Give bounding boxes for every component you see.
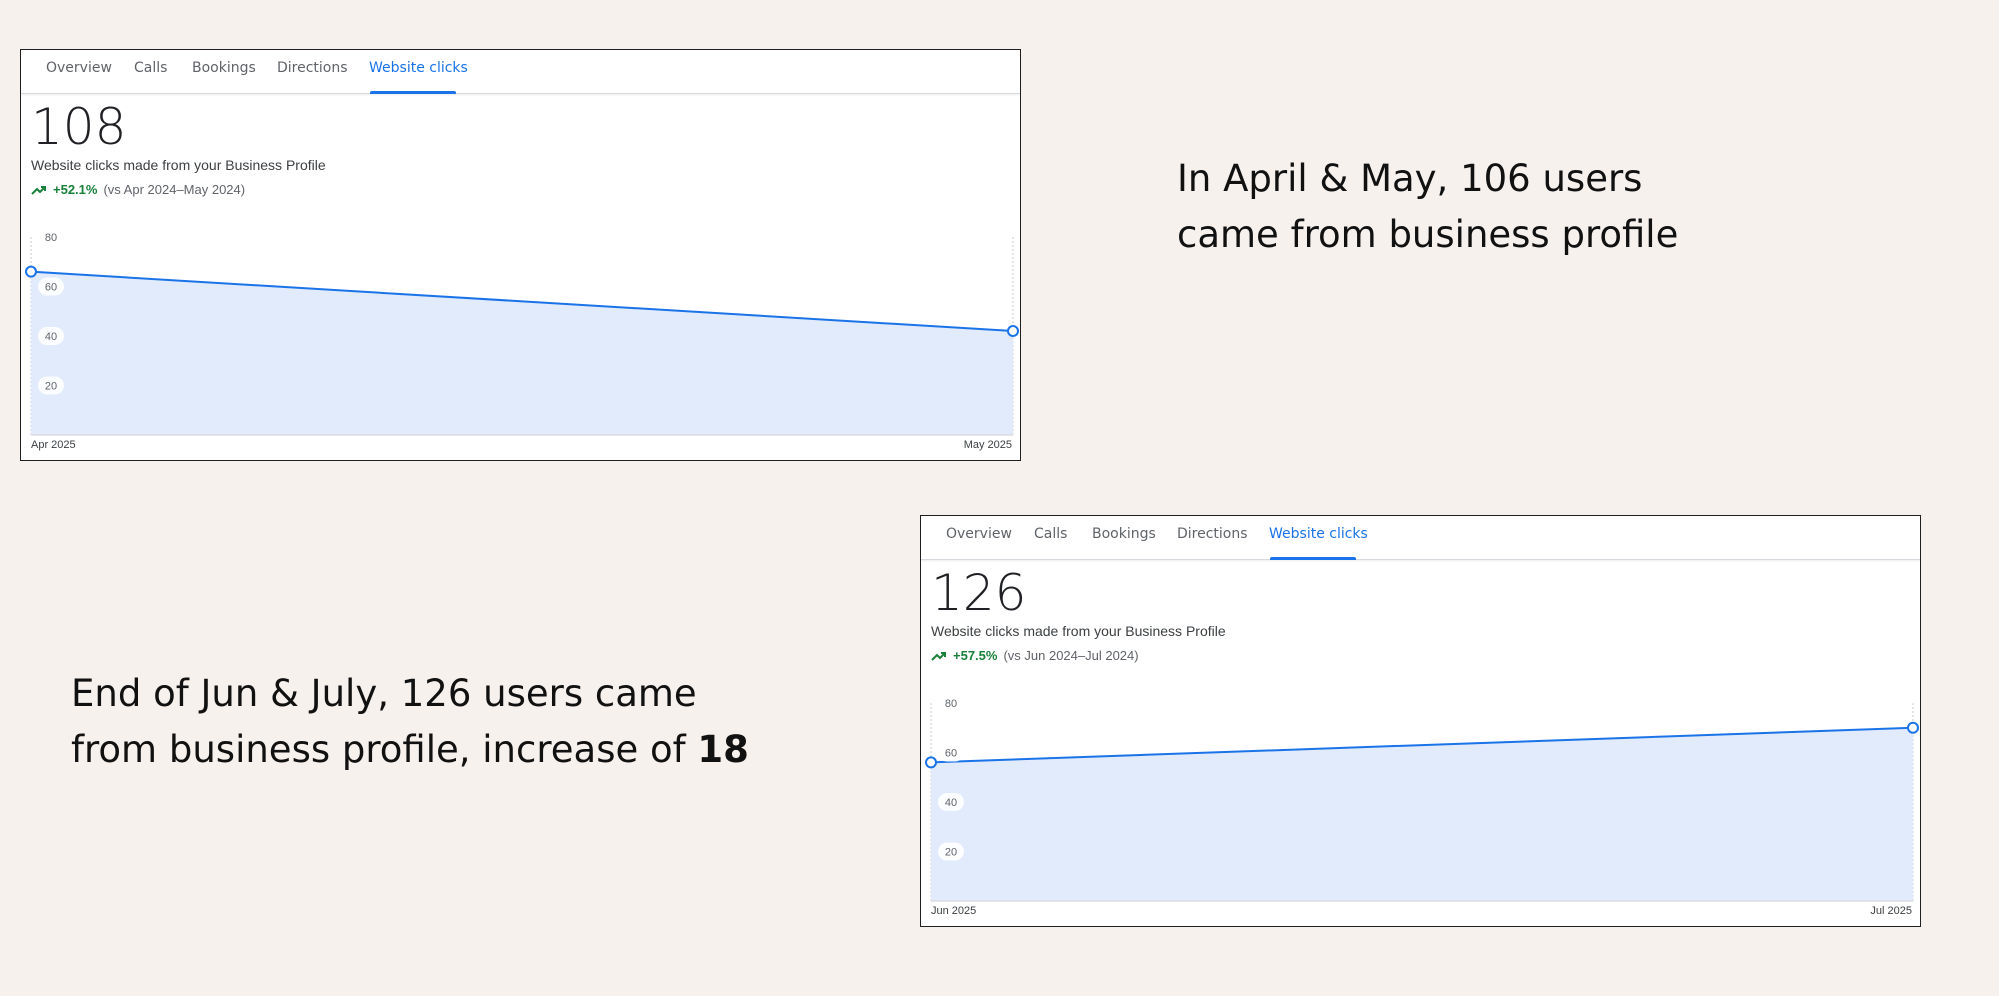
tab-overview[interactable]: Overview xyxy=(946,526,1012,542)
tab-bookings[interactable]: Bookings xyxy=(1092,526,1156,542)
website-clicks-area-chart: 20 40 60 80 xyxy=(25,228,1019,436)
series-area xyxy=(931,727,1913,901)
trend-comparison: (vs Apr 2024–May 2024) xyxy=(103,182,246,197)
total-clicks-value: 126 xyxy=(931,564,1027,622)
caption-line: came from business profile xyxy=(1177,213,1679,256)
tab-directions[interactable]: Directions xyxy=(277,60,348,76)
caption-jun-jul: End of Jun & July, 126 users came from b… xyxy=(71,666,749,778)
increase-value: 18 xyxy=(697,728,749,771)
trending-up-icon xyxy=(931,651,946,661)
tab-calls[interactable]: Calls xyxy=(1034,526,1067,542)
y-tick-label: 20 xyxy=(45,381,57,393)
metric-label: Website clicks made from your Business P… xyxy=(31,157,326,173)
insights-panel-apr-may: Overview Calls Bookings Directions Websi… xyxy=(20,49,1021,461)
y-tick-label: 40 xyxy=(945,797,957,809)
data-point xyxy=(25,265,37,278)
trend-percentage: +57.5% xyxy=(953,648,998,663)
y-tick-label: 60 xyxy=(45,282,57,294)
caption-line: End of Jun & July, 126 users came xyxy=(71,672,697,715)
caption-text: from business profile, increase of xyxy=(71,728,698,771)
total-clicks-value: 108 xyxy=(31,98,127,156)
y-tick-label: 40 xyxy=(45,331,57,343)
data-point xyxy=(1007,325,1019,338)
metric-label: Website clicks made from your Business P… xyxy=(931,623,1226,639)
data-point xyxy=(1907,721,1919,734)
tab-bar: Overview Calls Bookings Directions Websi… xyxy=(921,516,1920,560)
tab-website-clicks[interactable]: Website clicks xyxy=(369,60,468,76)
website-clicks-area-chart: 20 40 60 80 xyxy=(925,694,1919,902)
x-axis-start-label: Apr 2025 xyxy=(31,439,76,451)
y-tick-label: 80 xyxy=(945,698,957,710)
tab-bookings[interactable]: Bookings xyxy=(192,60,256,76)
tab-overview[interactable]: Overview xyxy=(46,60,112,76)
trend-row: +57.5% (vs Jun 2024–Jul 2024) xyxy=(931,648,1139,663)
caption-line: In April & May, 106 users xyxy=(1177,157,1643,200)
x-axis-start-label: Jun 2025 xyxy=(931,905,977,917)
trending-up-icon xyxy=(31,185,46,195)
insights-panel-jun-jul: Overview Calls Bookings Directions Websi… xyxy=(920,515,1921,927)
active-tab-indicator xyxy=(1270,557,1356,560)
y-tick-label: 60 xyxy=(945,748,957,760)
x-axis-end-label: May 2025 xyxy=(963,439,1012,451)
active-tab-indicator xyxy=(370,91,456,94)
caption-line: from business profile, increase of 18 xyxy=(71,722,749,778)
trend-row: +52.1% (vs Apr 2024–May 2024) xyxy=(31,182,245,197)
y-tick-label: 80 xyxy=(45,232,57,244)
trend-comparison: (vs Jun 2024–Jul 2024) xyxy=(1003,648,1139,663)
data-point xyxy=(925,756,937,769)
series-area xyxy=(31,271,1013,435)
tab-directions[interactable]: Directions xyxy=(1177,526,1248,542)
x-axis-end-label: Jul 2025 xyxy=(1870,905,1912,917)
tab-bar: Overview Calls Bookings Directions Websi… xyxy=(21,50,1020,94)
tab-website-clicks[interactable]: Website clicks xyxy=(1269,526,1368,542)
tab-calls[interactable]: Calls xyxy=(134,60,167,76)
caption-apr-may: In April & May, 106 users came from busi… xyxy=(1177,151,1678,263)
trend-percentage: +52.1% xyxy=(53,182,98,197)
y-tick-label: 20 xyxy=(945,847,957,859)
